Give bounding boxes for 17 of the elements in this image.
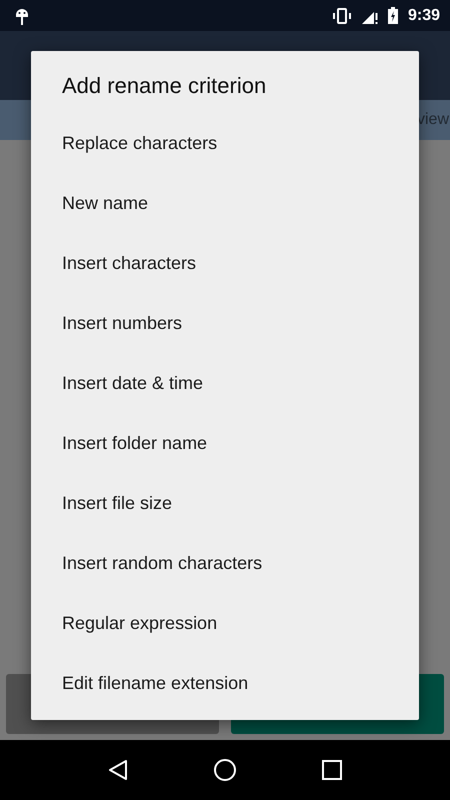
battery-icon <box>388 7 398 24</box>
recents-icon[interactable] <box>322 760 342 780</box>
menu-item[interactable]: Edit filename extension <box>31 653 419 713</box>
menu-item[interactable]: Insert file size <box>31 473 419 533</box>
home-icon[interactable] <box>212 758 237 782</box>
menu-item[interactable]: Replace characters <box>31 113 419 173</box>
vibrate-icon <box>332 8 352 24</box>
menu-item[interactable]: Insert characters <box>31 233 419 293</box>
back-icon[interactable] <box>108 759 128 781</box>
menu-item[interactable]: Insert date & time <box>31 353 419 413</box>
menu-item[interactable]: New name <box>31 173 419 233</box>
menu-item[interactable]: Insert folder name <box>31 413 419 473</box>
menu-item[interactable]: Regular expression <box>31 593 419 653</box>
menu-item[interactable]: Insert random characters <box>31 533 419 593</box>
menu-item[interactable]: Insert numbers <box>31 293 419 353</box>
clock-time: 9:39 <box>408 6 440 24</box>
dialog-title: Add rename criterion <box>62 73 266 99</box>
